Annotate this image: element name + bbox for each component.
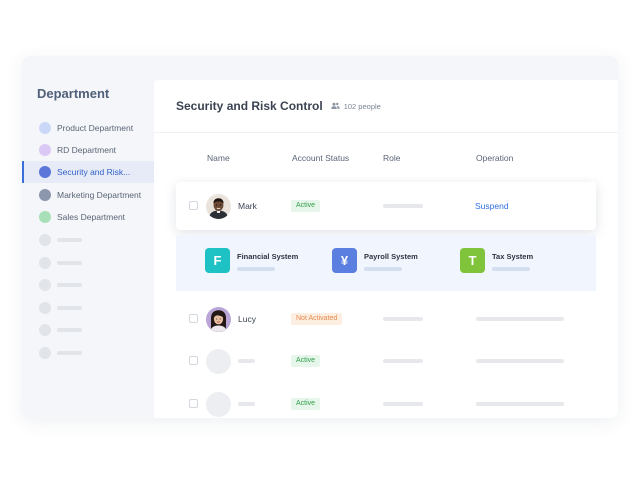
system-item-payroll[interactable]: ¥ Payroll System [332, 248, 418, 273]
role-placeholder [383, 359, 423, 363]
page-title: Security and Risk Control [176, 99, 323, 113]
column-header-status[interactable]: Account Status [292, 153, 349, 163]
system-placeholder-bar [492, 267, 530, 271]
sidebar-placeholder [39, 279, 82, 291]
column-header-name[interactable]: Name [207, 153, 230, 163]
role-placeholder [383, 204, 423, 208]
sidebar-item-rd[interactable]: RD Department [22, 139, 154, 161]
sidebar-item-label: Product Department [57, 123, 134, 133]
sidebar-placeholder [39, 324, 82, 336]
avatar-placeholder [206, 349, 231, 374]
system-name: Financial System [237, 252, 299, 261]
department-dot-icon [39, 122, 51, 134]
status-badge: Not Activated [291, 313, 343, 325]
sidebar-title: Department [37, 86, 110, 101]
name-placeholder [238, 402, 255, 406]
row-checkbox[interactable] [189, 314, 198, 323]
sidebar-placeholder [39, 347, 82, 359]
role-placeholder [383, 402, 423, 406]
people-count-group: 102 people [330, 101, 381, 111]
operation-placeholder [476, 402, 564, 406]
sidebar-placeholder [39, 302, 82, 314]
department-dot-icon [39, 144, 51, 156]
sidebar-item-label: Sales Department [57, 212, 126, 222]
table-row[interactable]: Mark Active Suspend [176, 182, 596, 230]
column-header-role[interactable]: Role [383, 153, 400, 163]
department-dot-icon [39, 211, 51, 223]
systems-panel: F Financial System ¥ Payroll System T Ta… [176, 235, 596, 291]
row-checkbox[interactable] [189, 356, 198, 365]
table-row[interactable]: Lucy Not Activated [176, 295, 596, 343]
tax-system-icon: T [460, 248, 485, 273]
table-row[interactable]: Active [176, 380, 596, 418]
financial-system-icon: F [205, 248, 230, 273]
suspend-link[interactable]: Suspend [475, 201, 509, 211]
system-name: Tax System [492, 252, 534, 261]
department-dot-icon [39, 166, 51, 178]
operation-placeholder [476, 359, 564, 363]
user-name: Mark [238, 201, 257, 211]
main-panel: Security and Risk Control 102 people Nam… [154, 80, 618, 418]
sidebar-item-product[interactable]: Product Department [22, 117, 154, 139]
column-header-operation[interactable]: Operation [476, 153, 513, 163]
row-checkbox[interactable] [189, 399, 198, 408]
people-count: 102 people [343, 101, 381, 111]
avatar [206, 194, 231, 219]
payroll-system-icon: ¥ [332, 248, 357, 273]
sidebar: Department Product Department RD Departm… [22, 56, 154, 418]
table-row[interactable]: Active [176, 337, 596, 385]
sidebar-placeholder [39, 234, 82, 246]
system-name: Payroll System [364, 252, 418, 261]
name-placeholder [238, 359, 255, 363]
system-item-tax[interactable]: T Tax System [460, 248, 533, 273]
operation-placeholder [476, 317, 564, 321]
status-badge: Active [291, 200, 321, 212]
user-name: Lucy [238, 314, 256, 324]
system-item-financial[interactable]: F Financial System [205, 248, 298, 273]
main-header: Security and Risk Control 102 people [154, 80, 618, 133]
avatar-placeholder [206, 392, 231, 417]
avatar [206, 307, 231, 332]
sidebar-item-label: Marketing Department [57, 190, 142, 200]
status-badge: Active [291, 355, 321, 367]
sidebar-item-security[interactable]: Security and Risk... [22, 161, 154, 183]
row-checkbox[interactable] [189, 201, 198, 210]
sidebar-item-sales[interactable]: Sales Department [22, 206, 154, 228]
department-dot-icon [39, 189, 51, 201]
sidebar-item-label: RD Department [57, 145, 117, 155]
people-icon [330, 102, 340, 109]
system-placeholder-bar [364, 267, 402, 271]
department-card: Department Product Department RD Departm… [22, 56, 618, 418]
sidebar-item-label: Security and Risk... [57, 167, 131, 177]
sidebar-placeholder [39, 257, 82, 269]
role-placeholder [383, 317, 423, 321]
system-placeholder-bar [237, 267, 275, 271]
status-badge: Active [291, 398, 321, 410]
sidebar-item-marketing[interactable]: Marketing Department [22, 184, 154, 206]
